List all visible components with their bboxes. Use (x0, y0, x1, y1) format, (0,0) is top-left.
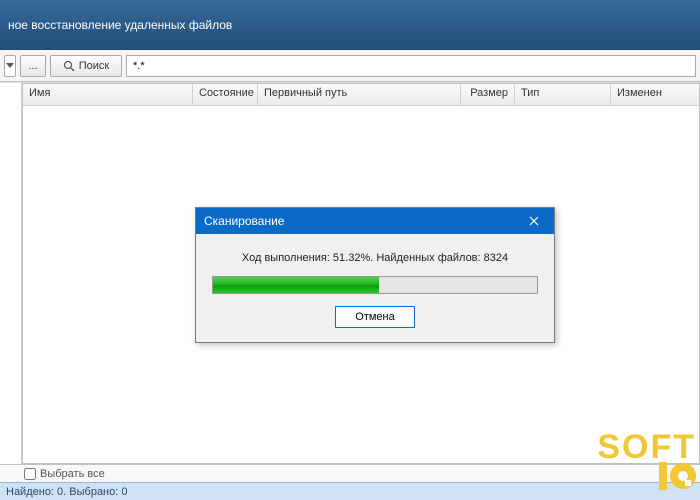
dialog-close-button[interactable] (514, 208, 554, 234)
left-sidebar (0, 83, 22, 464)
column-header-state[interactable]: Состояние (193, 84, 258, 105)
close-icon (529, 216, 539, 226)
column-header-modified[interactable]: Изменен (611, 84, 699, 105)
chevron-down-icon (6, 63, 14, 69)
select-all-bar: Выбрать все (0, 464, 700, 482)
progress-bar (212, 276, 538, 294)
select-all-label: Выбрать все (40, 468, 105, 480)
dialog-title-text: Сканирование (204, 214, 284, 228)
status-bar: Найдено: 0. Выбрано: 0 (0, 482, 700, 500)
column-header-name[interactable]: Имя (23, 84, 193, 105)
column-header-path[interactable]: Первичный путь (258, 84, 461, 105)
filter-input[interactable] (126, 55, 696, 77)
grid-header: Имя Состояние Первичный путь Размер Тип … (23, 84, 699, 106)
search-icon (63, 60, 75, 72)
column-header-type[interactable]: Тип (515, 84, 611, 105)
cancel-label: Отмена (355, 311, 394, 323)
column-header-size[interactable]: Размер (461, 84, 515, 105)
select-all-checkbox[interactable] (24, 468, 36, 480)
browse-label: ... (28, 60, 37, 72)
browse-button[interactable]: ... (20, 55, 46, 77)
progress-fill (213, 277, 379, 293)
dialog-body: Ход выполнения: 51.32%. Найденных файлов… (196, 234, 554, 342)
app-title: ное восстановление удаленных файлов (8, 18, 232, 32)
app-header: ное восстановление удаленных файлов (0, 0, 700, 50)
scan-dialog: Сканирование Ход выполнения: 51.32%. Най… (195, 207, 555, 343)
drive-dropdown[interactable] (4, 55, 16, 77)
status-text: Найдено: 0. Выбрано: 0 (6, 486, 127, 498)
dialog-progress-text: Ход выполнения: 51.32%. Найденных файлов… (242, 252, 508, 264)
dialog-titlebar[interactable]: Сканирование (196, 208, 554, 234)
search-button[interactable]: Поиск (50, 55, 122, 77)
cancel-button[interactable]: Отмена (335, 306, 415, 328)
search-label: Поиск (79, 60, 109, 72)
toolbar: ... Поиск (0, 50, 700, 82)
